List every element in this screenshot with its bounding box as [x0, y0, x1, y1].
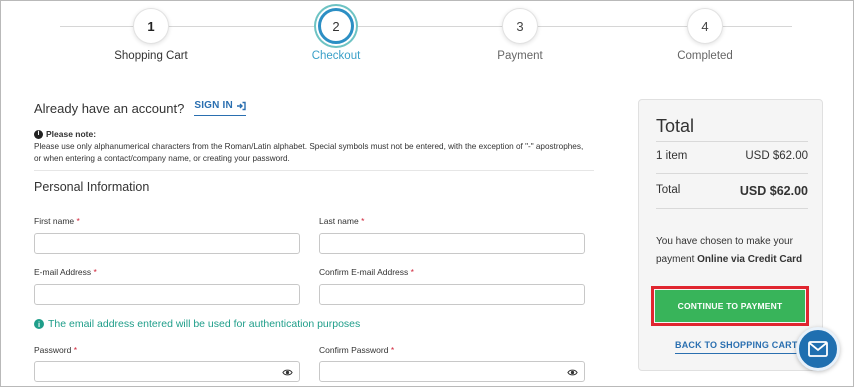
- first-name-field[interactable]: [34, 233, 300, 254]
- summary-title: Total: [656, 116, 695, 136]
- sign-in-label: SIGN IN: [194, 100, 233, 111]
- password-label: Password *: [34, 345, 78, 355]
- personal-info-title: Personal Information: [34, 180, 150, 194]
- account-row: Already have an account? SIGN IN: [34, 100, 246, 116]
- step-number: 1: [133, 8, 169, 44]
- info-icon: i: [34, 319, 44, 329]
- step-completed: 4 Completed: [630, 8, 780, 62]
- password-field[interactable]: [34, 361, 300, 382]
- confirm-password-field[interactable]: [319, 361, 585, 382]
- info-icon: i: [34, 129, 43, 139]
- total-label: Total: [656, 184, 681, 196]
- auth-note: i The email address entered will be used…: [34, 318, 360, 330]
- eye-icon[interactable]: [282, 367, 293, 378]
- confirm-password-label: Confirm Password *: [319, 345, 395, 355]
- total-row: Total USD $62.00: [656, 184, 808, 198]
- step-payment: 3 Payment: [445, 8, 595, 62]
- section-divider: [34, 170, 594, 171]
- step-checkout: 2 Checkout: [261, 8, 411, 62]
- summary-divider: [656, 208, 808, 209]
- email-field[interactable]: [34, 284, 300, 305]
- last-name-label: Last name *: [319, 216, 365, 226]
- step-number: 3: [502, 8, 538, 44]
- items-amount: USD $62.00: [745, 150, 808, 162]
- eye-icon[interactable]: [567, 367, 578, 378]
- auth-note-text: The email address entered will be used f…: [48, 318, 361, 330]
- confirm-email-field[interactable]: [319, 284, 585, 305]
- step-label: Checkout: [311, 50, 361, 62]
- step-label: Shopping Cart: [114, 50, 188, 62]
- payment-choice-text: You have chosen to make your payment Onl…: [656, 236, 803, 265]
- back-to-cart-link[interactable]: BACK TO SHOPPING CART: [675, 340, 798, 354]
- step-label: Payment: [497, 50, 543, 62]
- sign-in-icon: [236, 101, 246, 110]
- items-row: 1 item USD $62.00: [656, 150, 808, 162]
- account-question: Already have an account?: [34, 100, 185, 116]
- confirm-email-label: Confirm E-mail Address *: [319, 267, 414, 277]
- total-amount: USD $62.00: [739, 184, 808, 198]
- step-number: 4: [687, 8, 723, 44]
- continue-to-payment-button[interactable]: CONTINUE TO PAYMENT: [655, 290, 805, 322]
- last-name-field[interactable]: [319, 233, 585, 254]
- note-line-1: Please use only alphanumerical character…: [34, 142, 584, 151]
- contact-mail-button[interactable]: [796, 327, 840, 371]
- step-shopping-cart[interactable]: 1 Shopping Cart: [76, 8, 226, 62]
- payment-method: Online via Credit Card: [697, 254, 803, 265]
- please-note: i Please note: Please use only alphanume…: [34, 128, 594, 165]
- step-number: 2: [318, 8, 354, 44]
- summary-divider: [656, 141, 808, 142]
- first-name-label: First name *: [34, 216, 80, 226]
- sign-in-link[interactable]: SIGN IN: [194, 100, 246, 116]
- mail-icon: [808, 341, 828, 357]
- items-label: 1 item: [656, 150, 688, 162]
- note-title: i Please note:: [34, 128, 594, 140]
- step-label: Completed: [677, 50, 733, 62]
- summary-divider: [656, 173, 808, 174]
- note-line-2: or when entering a contact/company name,…: [34, 154, 290, 163]
- email-label: E-mail Address *: [34, 267, 97, 277]
- order-summary: Total 1 item USD $62.00 Total USD $62.00…: [638, 99, 823, 371]
- note-title-text: Please note:: [46, 129, 97, 139]
